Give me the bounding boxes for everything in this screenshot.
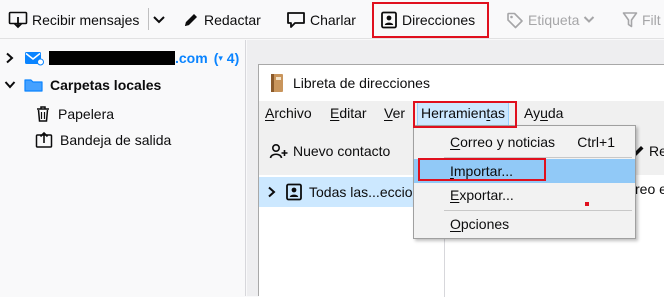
mail-news-label: Correo y noticias (450, 134, 556, 150)
chat-label: Charlar (310, 11, 356, 28)
get-messages-button[interactable]: Recibir mensajes (8, 5, 139, 34)
tag-label: Etiqueta (528, 11, 580, 28)
menu-item-export[interactable]: Exportar... (414, 183, 635, 207)
address-book-title: Libreta de direcciones (293, 75, 430, 91)
tools-menu: Correo y noticias Ctrl+1 Importar... Exp… (413, 125, 636, 239)
menu-item-import[interactable]: Importar... (414, 159, 635, 183)
menu-help[interactable]: Ayuda (524, 105, 563, 121)
chat-icon (286, 11, 306, 29)
folder-pane: .com (▾ 4) Carpetas locales Papelera Ban… (0, 40, 246, 296)
menu-item-options[interactable]: Opciones (414, 212, 635, 236)
chat-button[interactable]: Charlar (286, 5, 356, 34)
main-toolbar: Recibir mensajes Redactar Charlar Direcc… (0, 0, 664, 39)
menu-separator (444, 210, 632, 211)
trash-icon (35, 105, 51, 123)
address-book-titlebar: Libreta de direcciones (259, 65, 664, 101)
export-label: Exportar... (450, 187, 514, 203)
tag-button[interactable]: Etiqueta (506, 5, 595, 34)
local-folders-row[interactable]: Carpetas locales (4, 73, 161, 97)
menu-separator (444, 157, 632, 158)
account-domain: .com (175, 50, 208, 66)
chevron-down-icon (152, 15, 166, 25)
add-contact-icon (269, 142, 289, 160)
new-contact-label: Nuevo contacto (293, 142, 391, 159)
options-label: Opciones (450, 216, 510, 232)
mail-account-icon (24, 50, 44, 66)
folder-icon (24, 77, 44, 93)
menu-item-mail-news[interactable]: Correo y noticias Ctrl+1 (414, 130, 635, 154)
local-folders-label: Carpetas locales (50, 77, 162, 93)
write-button[interactable]: Redactar (182, 5, 261, 34)
address-book-button[interactable]: Direcciones (380, 5, 475, 34)
trash-folder[interactable]: Papelera (35, 102, 114, 126)
chevron-right-icon[interactable] (267, 186, 277, 198)
address-book-icon (285, 183, 303, 201)
filter-icon (622, 11, 638, 29)
address-book-menubar: Archivo Editar Ver Herramientas Ayuda (259, 101, 664, 127)
outbox-label: Bandeja de salida (60, 132, 172, 148)
menu-edit[interactable]: Editar (330, 105, 367, 121)
filter-label: Filt (642, 11, 661, 28)
unread-count: (▾ 4) (213, 50, 240, 66)
partial-toolbar-label: Re (649, 142, 664, 159)
import-label: Importar... (450, 163, 514, 179)
toolbar-divider (148, 8, 149, 30)
account-row[interactable]: .com (▾ 4) (4, 46, 239, 70)
menu-tools[interactable]: Herramientas (417, 102, 510, 126)
download-icon (8, 11, 28, 29)
address-book-icon (380, 11, 398, 29)
filter-button[interactable]: Filt (622, 5, 661, 34)
get-messages-label: Recibir mensajes (32, 11, 140, 28)
chevron-right-icon[interactable] (4, 52, 16, 64)
chevron-down-icon[interactable] (4, 79, 16, 91)
address-book-label: Direcciones (402, 11, 476, 28)
address-book-app-icon (269, 73, 285, 93)
menu-file[interactable]: Archivo (265, 105, 312, 121)
unread-count-value: 4 (226, 50, 235, 66)
pencil-icon (182, 11, 200, 29)
all-address-books-label: Todas las...eccio (309, 184, 413, 200)
trash-label: Papelera (58, 106, 115, 122)
partial-details-text: reo e (635, 181, 664, 197)
redacted-account-name (49, 51, 175, 65)
tag-icon (506, 11, 524, 29)
write-label: Redactar (204, 11, 261, 28)
new-contact-button[interactable]: Nuevo contacto (269, 136, 390, 165)
outbox-folder[interactable]: Bandeja de salida (35, 128, 171, 152)
mail-news-shortcut: Ctrl+1 (577, 134, 615, 150)
outbox-icon (35, 131, 53, 149)
annotation-dot (585, 202, 589, 206)
get-messages-dropdown[interactable] (152, 5, 166, 34)
chevron-down-icon (583, 15, 595, 25)
menu-view[interactable]: Ver (384, 105, 405, 121)
